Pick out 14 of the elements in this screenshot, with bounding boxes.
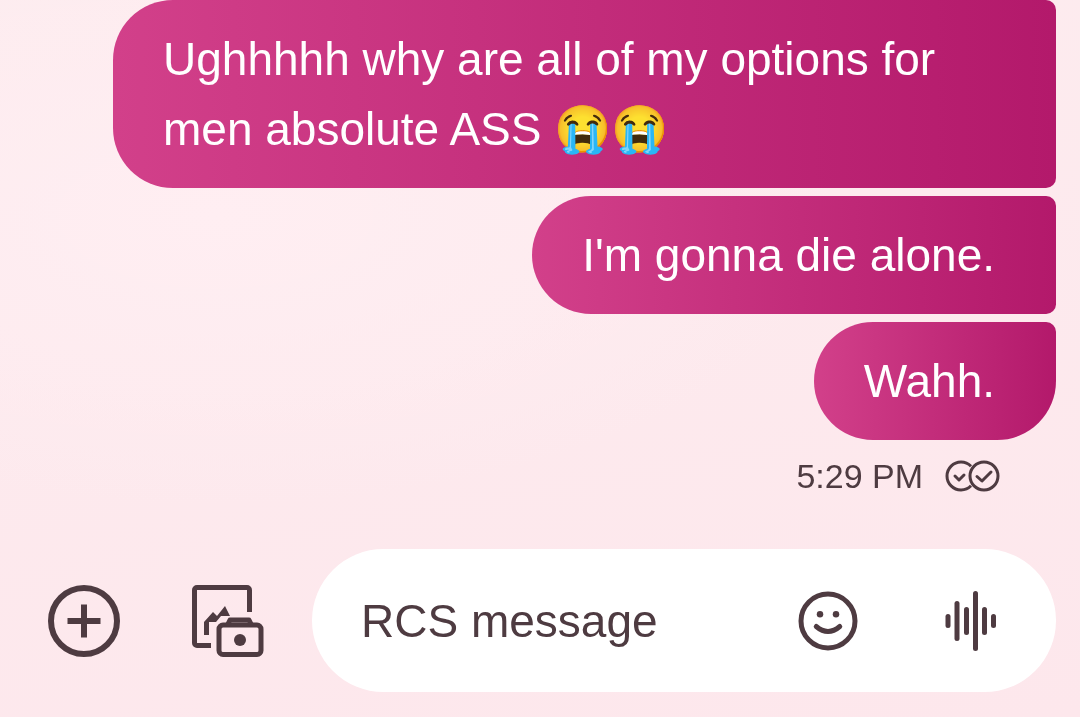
message-text: Ughhhhh why are all of my options for men absolute ASS 😭😭 [163,33,936,155]
plus-icon [48,584,120,657]
message-field[interactable]: RCS message [312,549,1056,692]
message-input[interactable]: RCS message [361,588,760,653]
voice-message-button[interactable] [944,590,998,651]
waveform-icon [944,590,998,651]
message-time: 5:29 PM [796,456,923,496]
smiley-icon [798,590,858,651]
message-text: Wahh. [863,355,995,407]
message-text: I'm gonna die alone. [582,229,995,281]
gallery-button[interactable] [192,584,264,657]
emoji-button[interactable] [798,590,858,651]
image-camera-icon [192,584,264,657]
add-button[interactable] [48,584,120,657]
